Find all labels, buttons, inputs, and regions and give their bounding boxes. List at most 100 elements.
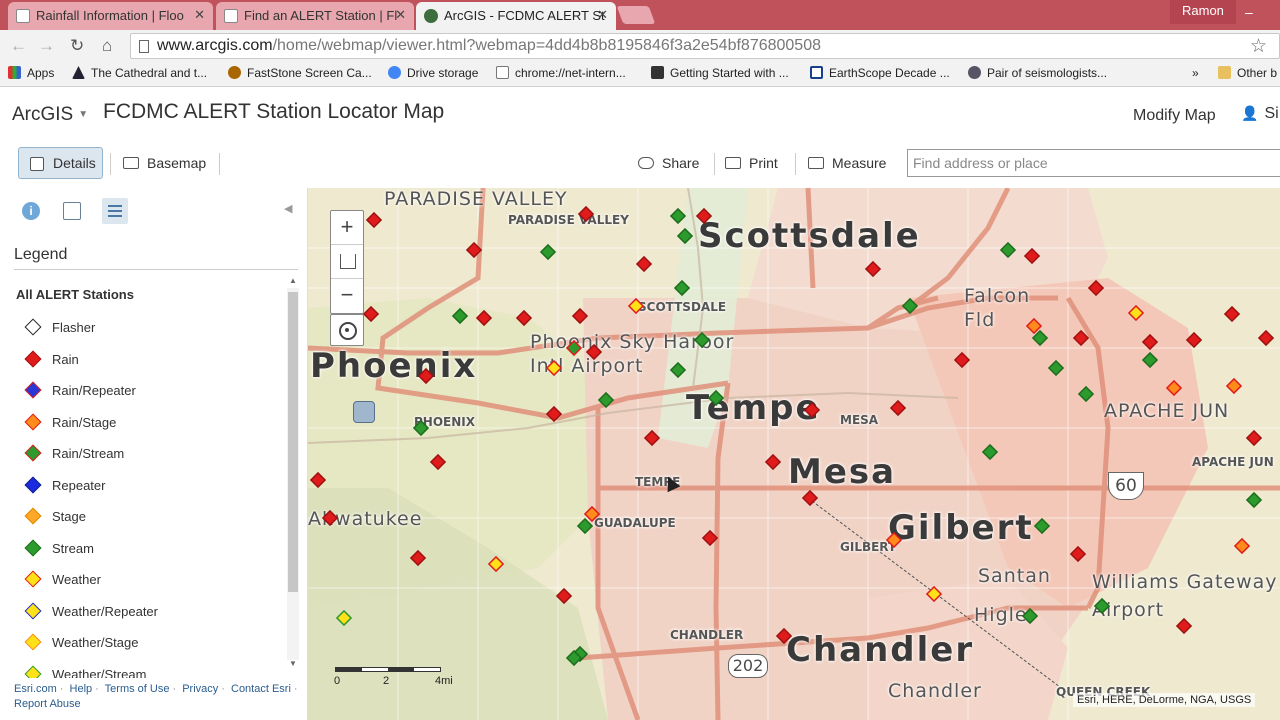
station-marker[interactable]: [335, 609, 353, 627]
station-marker[interactable]: [487, 555, 505, 573]
station-marker[interactable]: [925, 585, 943, 603]
station-marker[interactable]: [429, 453, 447, 471]
bookmark-drive[interactable]: Drive storage: [388, 66, 478, 80]
zoom-out-button[interactable]: −: [331, 279, 363, 313]
collapse-panel-icon[interactable]: ◀: [284, 202, 292, 215]
station-marker[interactable]: [565, 339, 583, 357]
sign-in-link[interactable]: 👤 Si: [1241, 105, 1279, 123]
browser-tab-rainfall[interactable]: Rainfall Information | Floo ✕: [8, 2, 213, 30]
station-marker[interactable]: [309, 471, 327, 489]
station-marker[interactable]: [669, 361, 687, 379]
forward-arrow-icon[interactable]: →: [38, 36, 55, 56]
print-button[interactable]: Print: [725, 155, 778, 171]
station-marker[interactable]: [362, 305, 380, 323]
browser-tab-find-station[interactable]: Find an ALERT Station | Fl ✕: [216, 2, 414, 30]
profile-button[interactable]: Ramon: [1170, 0, 1236, 24]
station-marker[interactable]: [801, 489, 819, 507]
bookmark-chrome-net[interactable]: chrome://net-intern...: [496, 66, 626, 80]
station-marker[interactable]: [1021, 607, 1039, 625]
address-bar[interactable]: www.arcgis.com/home/webmap/viewer.html?w…: [130, 33, 1280, 59]
bookmark-getting-started[interactable]: Getting Started with ...: [651, 66, 789, 80]
station-marker[interactable]: [775, 627, 793, 645]
station-marker[interactable]: [1233, 537, 1251, 555]
station-marker[interactable]: [417, 367, 435, 385]
share-button[interactable]: Share: [638, 155, 699, 171]
station-marker[interactable]: [321, 509, 339, 527]
station-marker[interactable]: [999, 241, 1017, 259]
close-tab-icon[interactable]: ✕: [597, 7, 608, 23]
other-bookmarks-folder[interactable]: Other b: [1218, 66, 1277, 80]
content-icon[interactable]: [63, 202, 81, 220]
station-marker[interactable]: [953, 351, 971, 369]
esri-link[interactable]: Esri.com: [14, 683, 57, 695]
station-marker[interactable]: [1047, 359, 1065, 377]
station-marker[interactable]: [701, 529, 719, 547]
station-marker[interactable]: [695, 207, 713, 225]
details-button[interactable]: Details: [18, 147, 103, 179]
station-marker[interactable]: [885, 531, 903, 549]
zoom-in-button[interactable]: +: [331, 211, 363, 245]
station-marker[interactable]: [1225, 377, 1243, 395]
privacy-link[interactable]: Privacy: [182, 683, 218, 695]
station-marker[interactable]: [475, 309, 493, 327]
bookmark-earthscope[interactable]: EarthScope Decade ...: [810, 66, 950, 80]
measure-button[interactable]: Measure: [808, 155, 886, 171]
station-marker[interactable]: [539, 243, 557, 261]
bookmark-apps[interactable]: Apps: [8, 66, 54, 80]
station-marker[interactable]: [693, 331, 711, 349]
bookmark-faststone[interactable]: FastStone Screen Ca...: [228, 66, 372, 80]
bookmark-star-icon[interactable]: ☆: [1250, 35, 1267, 58]
station-marker[interactable]: [1077, 385, 1095, 403]
browser-tab-arcgis[interactable]: ArcGIS - FCDMC ALERT St ✕: [416, 2, 616, 30]
station-marker[interactable]: [1087, 279, 1105, 297]
station-marker[interactable]: [1127, 304, 1145, 322]
terms-link[interactable]: Terms of Use: [105, 683, 170, 695]
station-marker[interactable]: [1175, 617, 1193, 635]
station-marker[interactable]: [1072, 329, 1090, 347]
station-marker[interactable]: [669, 207, 687, 225]
info-icon[interactable]: i: [22, 202, 40, 220]
station-marker[interactable]: [577, 205, 595, 223]
station-marker[interactable]: [643, 429, 661, 447]
contact-link[interactable]: Contact Esri: [231, 683, 291, 695]
station-marker[interactable]: [412, 419, 430, 437]
bookmark-seismologists[interactable]: Pair of seismologists...: [968, 66, 1107, 80]
station-marker[interactable]: [515, 309, 533, 327]
station-marker[interactable]: [409, 549, 427, 567]
bookmark-cathedral[interactable]: The Cathedral and t...: [72, 66, 207, 80]
station-marker[interactable]: [673, 279, 691, 297]
station-marker[interactable]: [583, 505, 601, 523]
station-marker[interactable]: [451, 307, 469, 325]
street-view-icon[interactable]: [353, 401, 375, 423]
more-bookmarks-button[interactable]: »: [1192, 66, 1199, 80]
station-marker[interactable]: [803, 401, 821, 419]
station-marker[interactable]: [635, 255, 653, 273]
station-marker[interactable]: [1141, 333, 1159, 351]
arcgis-menu[interactable]: ArcGIS ▼: [12, 104, 88, 126]
station-markers[interactable]: [308, 188, 1280, 720]
station-marker[interactable]: [981, 443, 999, 461]
station-marker[interactable]: [1245, 491, 1263, 509]
station-marker[interactable]: [576, 517, 594, 535]
station-marker[interactable]: [365, 211, 383, 229]
station-marker[interactable]: [1185, 331, 1203, 349]
station-marker[interactable]: [1223, 305, 1241, 323]
station-marker[interactable]: [1093, 597, 1111, 615]
help-link[interactable]: Help: [70, 683, 93, 695]
back-arrow-icon[interactable]: ←: [10, 36, 27, 56]
station-marker[interactable]: [597, 391, 615, 409]
station-marker[interactable]: [571, 307, 589, 325]
scroll-down-icon[interactable]: ▼: [289, 659, 297, 668]
scroll-up-icon[interactable]: ▲: [289, 276, 297, 285]
station-marker[interactable]: [889, 399, 907, 417]
close-tab-icon[interactable]: ✕: [395, 7, 406, 23]
station-marker[interactable]: [901, 297, 919, 315]
search-input[interactable]: Find address or place: [907, 149, 1280, 177]
reload-icon[interactable]: ↻: [70, 36, 84, 56]
station-marker[interactable]: [1069, 545, 1087, 563]
station-marker[interactable]: [1141, 351, 1159, 369]
station-marker[interactable]: [764, 453, 782, 471]
station-marker[interactable]: [627, 297, 645, 315]
home-extent-button[interactable]: [331, 245, 363, 279]
locate-button[interactable]: [330, 314, 364, 346]
